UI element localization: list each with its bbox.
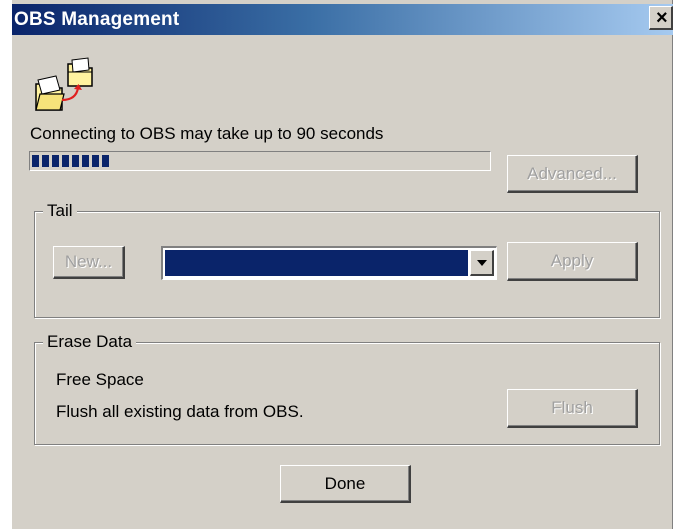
progress-block <box>52 155 59 167</box>
new-button[interactable]: New... <box>53 246 125 279</box>
window-title: OBS Management <box>14 9 180 30</box>
chevron-down-icon <box>477 260 487 266</box>
tail-select[interactable] <box>161 246 497 280</box>
progress-block <box>72 155 79 167</box>
progress-block <box>102 155 109 167</box>
advanced-button[interactable]: Advanced... <box>507 155 638 193</box>
connection-progress-bar <box>29 151 491 171</box>
title-bar[interactable]: OBS Management × <box>12 4 673 35</box>
done-button[interactable]: Done <box>280 465 411 503</box>
progress-fill <box>32 155 109 167</box>
tail-select-value <box>165 250 468 276</box>
progress-block <box>82 155 89 167</box>
erase-data-group-legend: Erase Data <box>43 332 137 352</box>
tail-group-legend: Tail <box>43 201 77 221</box>
free-space-label: Free Space <box>56 370 144 389</box>
apply-button[interactable]: Apply <box>507 242 638 281</box>
close-button[interactable]: × <box>649 6 673 30</box>
flush-description: Flush all existing data from OBS. <box>56 402 304 421</box>
progress-block <box>92 155 99 167</box>
obs-management-dialog: OBS Management × Connecting to OBS may t… <box>12 0 673 529</box>
progress-block <box>42 155 49 167</box>
progress-block <box>62 155 69 167</box>
dropdown-arrow-button[interactable] <box>470 250 494 276</box>
folders-transfer-icon <box>35 57 93 111</box>
connection-status-text: Connecting to OBS may take up to 90 seco… <box>30 124 384 143</box>
close-icon: × <box>656 7 668 29</box>
flush-button[interactable]: Flush <box>507 389 638 428</box>
progress-block <box>32 155 39 167</box>
